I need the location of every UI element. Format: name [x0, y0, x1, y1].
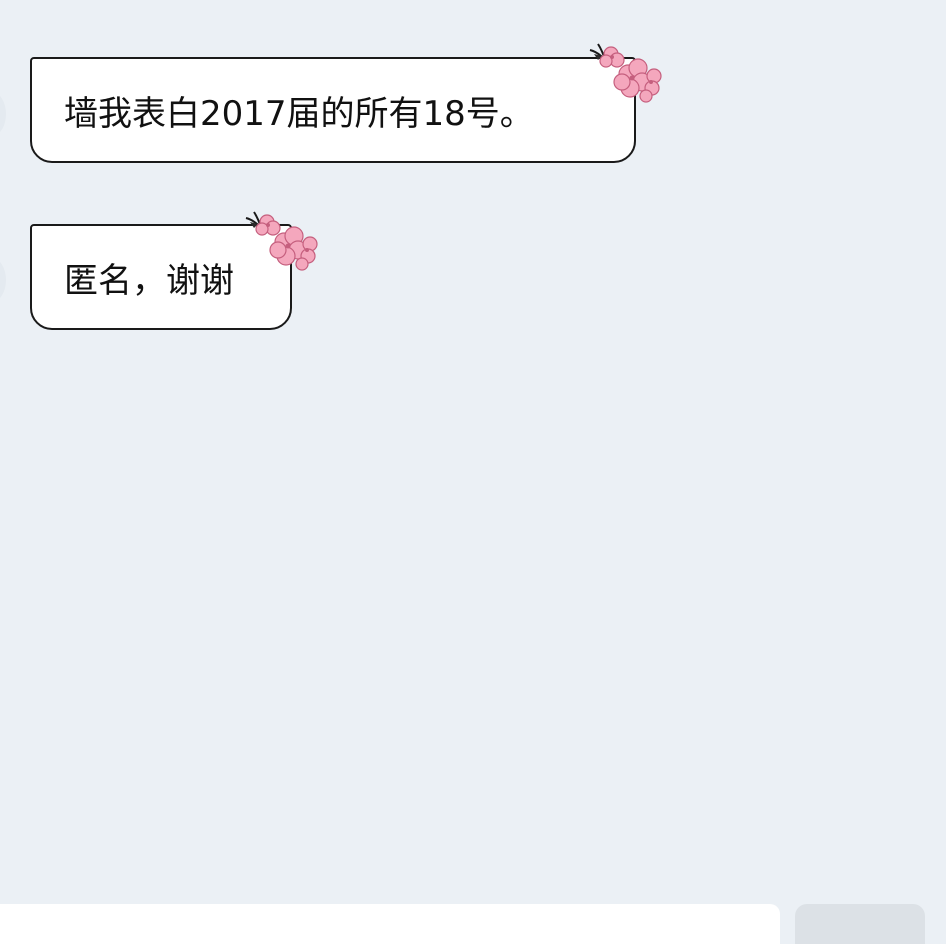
pink-blossom-icon [245, 211, 318, 271]
message-text: 墙我表白2017届的所有18号。 [64, 93, 534, 134]
chat-area: 墙我表白2017届的所有18号。 匿名，谢谢 [0, 0, 946, 900]
message-text: 匿名，谢谢 [64, 260, 234, 301]
send-button[interactable] [795, 904, 925, 944]
message-input[interactable] [0, 904, 780, 944]
avatar[interactable] [0, 92, 6, 136]
pink-blossom-icon [589, 43, 662, 103]
message-bubble[interactable]: 墙我表白2017届的所有18号。 [30, 57, 636, 163]
avatar[interactable] [0, 258, 6, 302]
